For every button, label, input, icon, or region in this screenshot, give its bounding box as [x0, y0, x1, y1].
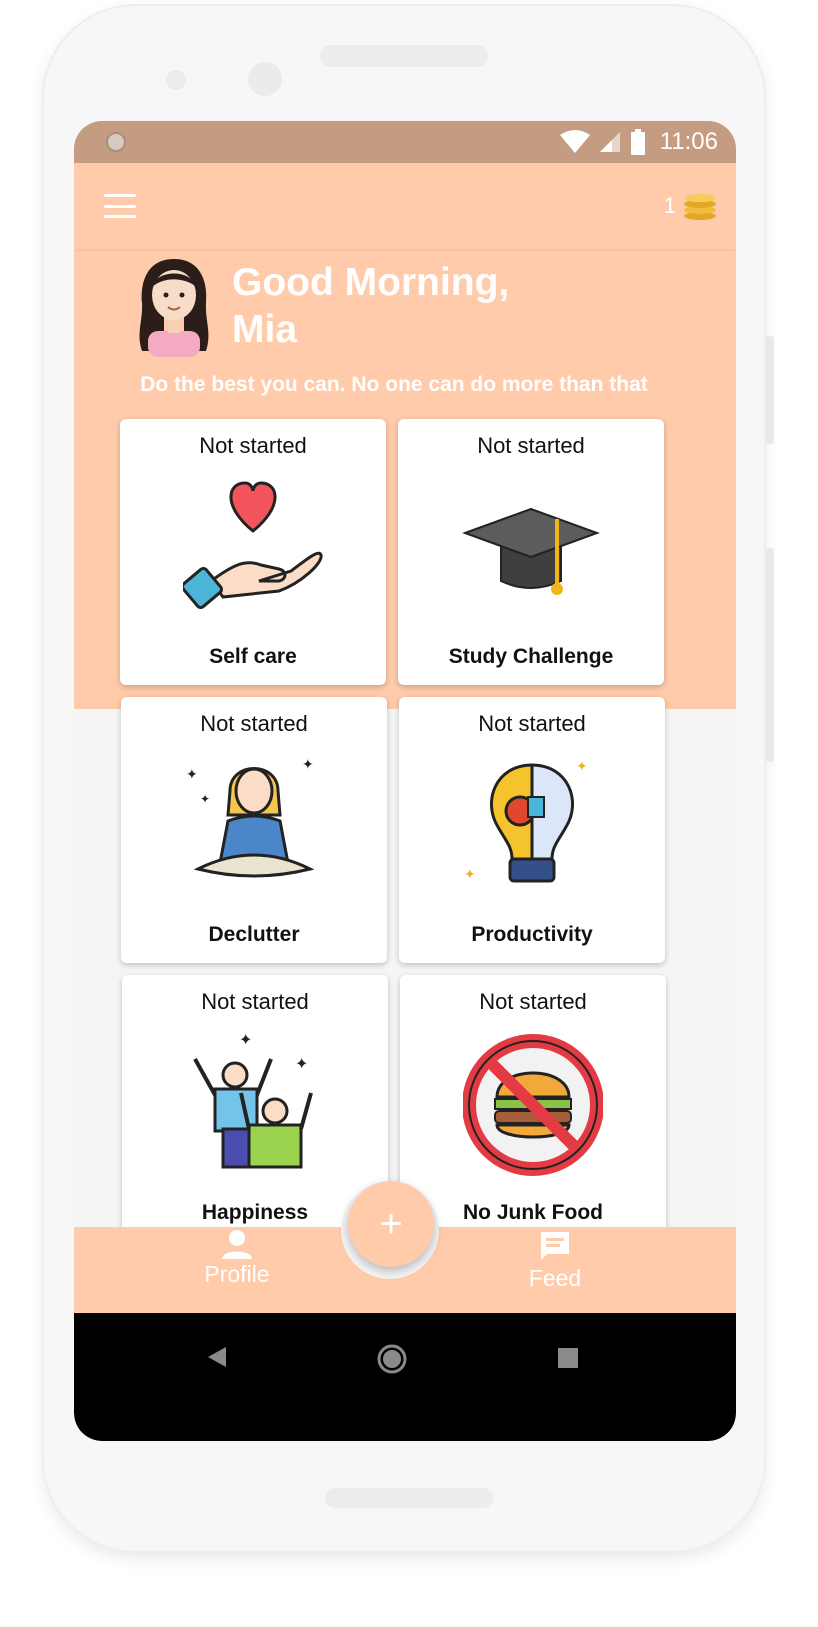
challenge-card-self-care[interactable]: Not started Self care	[120, 419, 386, 685]
nav-feed[interactable]: Feed	[485, 1229, 625, 1292]
challenge-status: Not started	[200, 711, 308, 736]
earpiece-speaker	[320, 45, 488, 67]
hamburger-menu-icon[interactable]	[104, 194, 136, 218]
challenge-card-happiness[interactable]: Not started ✦ ✦ Happiness	[122, 975, 388, 1241]
motivational-quote: Do the best you can. No one can do more …	[140, 373, 648, 396]
challenge-card-no-junk-food[interactable]: Not started No Junk Food	[400, 975, 666, 1241]
coins-icon	[684, 194, 716, 220]
challenge-card-study[interactable]: Not started Study Challenge	[398, 419, 664, 685]
meditation-icon: ✦ ✦ ✦	[186, 757, 315, 878]
challenge-title: No Junk Food	[463, 1201, 603, 1224]
notification-dot	[106, 132, 126, 152]
challenge-card-declutter[interactable]: Not started ✦ ✦ ✦ Declutter	[121, 697, 387, 963]
signal-icon	[599, 132, 620, 152]
avatar[interactable]	[134, 255, 214, 357]
no-burger-icon	[463, 1034, 603, 1176]
graduation-cap-icon	[462, 507, 600, 595]
plus-icon: +	[379, 1202, 403, 1246]
app-screen: 11:06 1 Good Morning, Mia Do the best yo…	[74, 121, 736, 1441]
nav-feed-label: Feed	[528, 1265, 582, 1291]
back-icon[interactable]	[206, 1345, 228, 1369]
svg-text:✦: ✦	[302, 757, 314, 773]
status-time: 11:06	[659, 128, 718, 155]
app-bar: 1	[74, 163, 736, 249]
coin-balance[interactable]: 1	[664, 191, 718, 221]
nav-profile-label: Profile	[204, 1261, 270, 1287]
user-name: Mia	[232, 308, 298, 351]
challenge-status: Not started	[479, 989, 587, 1014]
svg-text:✦: ✦	[464, 867, 476, 883]
sensor	[166, 70, 186, 90]
heart-in-hand-icon	[183, 481, 323, 609]
svg-text:✦: ✦	[576, 759, 588, 775]
nav-profile[interactable]: Profile	[167, 1229, 307, 1288]
challenge-status: Not started	[201, 989, 309, 1014]
power-button	[766, 336, 774, 444]
coin-count: 1	[663, 193, 676, 218]
bottom-speaker	[325, 1488, 493, 1508]
challenge-title: Study Challenge	[448, 645, 614, 668]
challenge-title: Self care	[209, 645, 297, 668]
challenge-status: Not started	[477, 433, 585, 458]
greeting-section: Good Morning, Mia	[134, 255, 694, 375]
chat-bubble-icon	[541, 1232, 569, 1260]
svg-text:✦: ✦	[239, 1030, 252, 1049]
happy-people-icon: ✦ ✦	[193, 1030, 313, 1169]
volume-button	[766, 548, 774, 762]
greeting-line-1: Good Morning,	[232, 261, 510, 304]
challenge-title: Productivity	[471, 923, 593, 946]
wifi-icon	[559, 130, 590, 153]
greeting-text: Good Morning, Mia	[232, 259, 509, 353]
challenge-status: Not started	[478, 711, 586, 736]
battery-icon	[630, 129, 645, 155]
system-navigation-bar	[74, 1313, 736, 1441]
person-icon	[222, 1230, 252, 1259]
status-bar: 11:06	[74, 121, 736, 163]
svg-text:✦: ✦	[295, 1054, 308, 1073]
challenge-title: Declutter	[208, 923, 300, 946]
add-button[interactable]: +	[348, 1181, 434, 1267]
lightbulb-icon: ✦ ✦	[464, 759, 588, 883]
challenge-card-productivity[interactable]: Not started ✦ ✦ Productivity	[399, 697, 665, 963]
svg-text:✦: ✦	[200, 792, 210, 806]
front-camera	[248, 62, 282, 96]
home-icon[interactable]	[376, 1343, 408, 1375]
challenge-status: Not started	[199, 433, 307, 458]
recents-icon[interactable]	[557, 1347, 579, 1369]
svg-text:✦: ✦	[186, 767, 198, 783]
